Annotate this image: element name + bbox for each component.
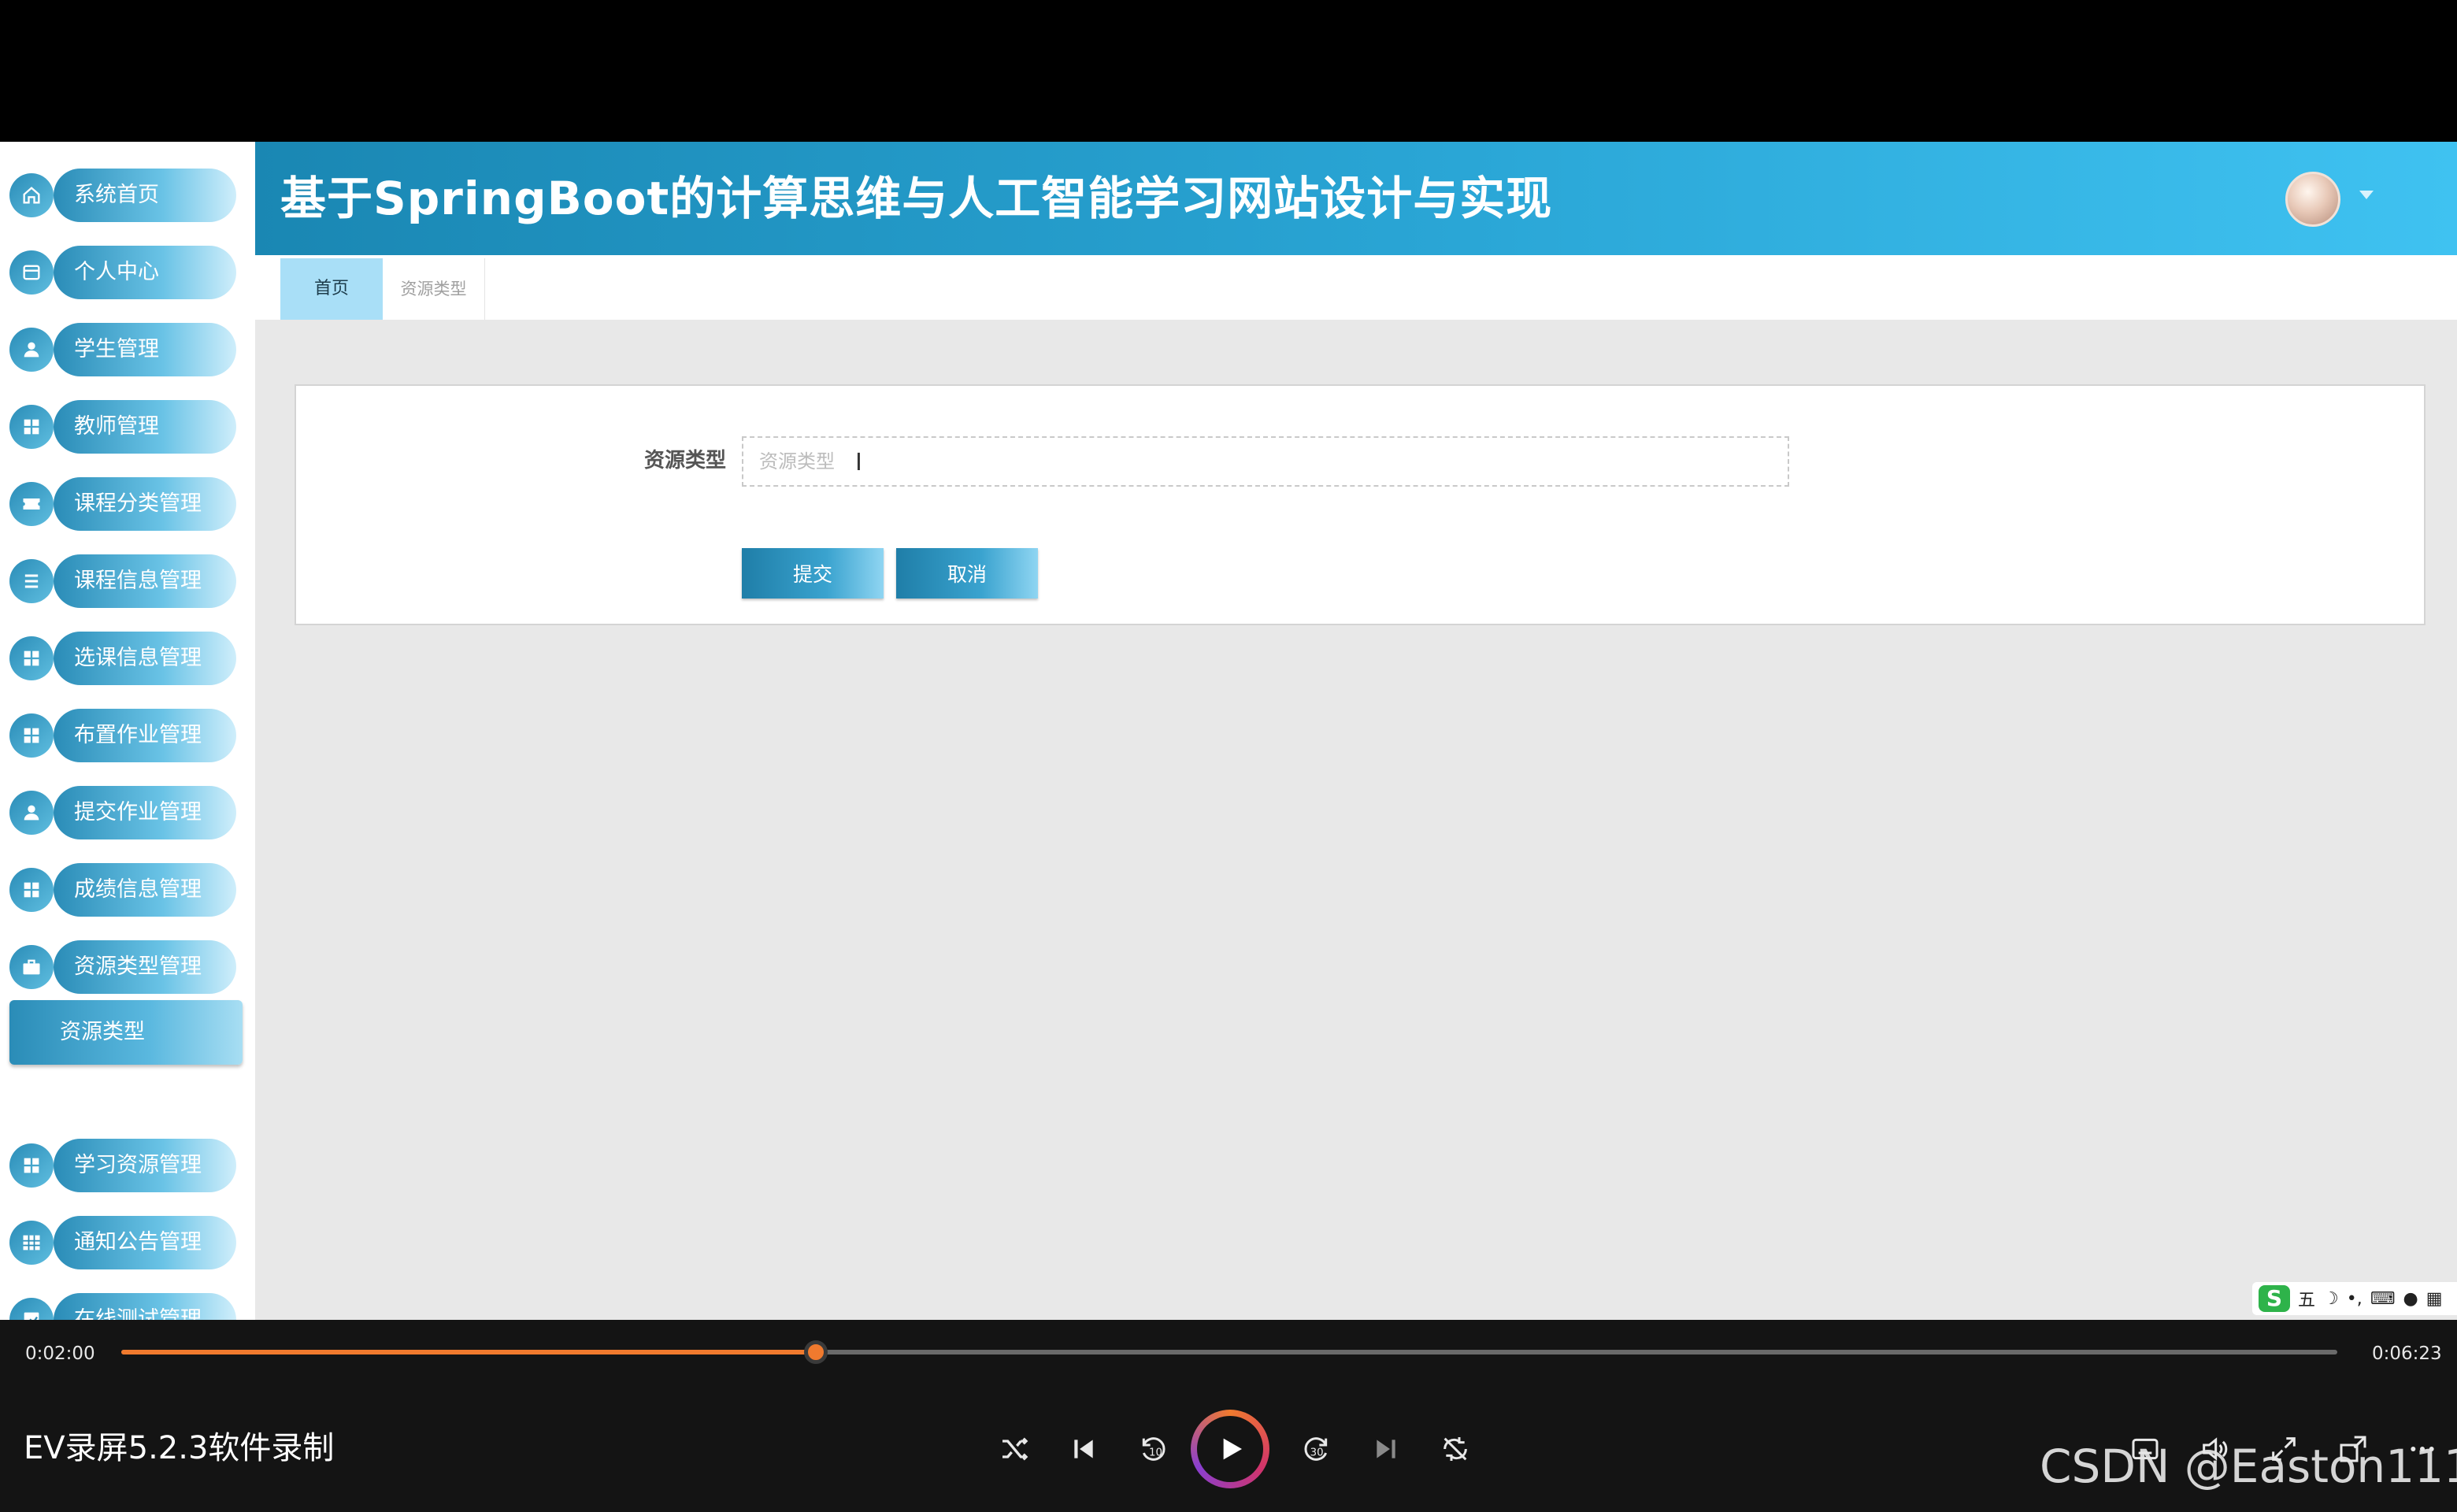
sidebar-item-label: 系统首页 [74,183,159,207]
svg-text:30: 30 [1310,1447,1324,1458]
sidebar-item-label: 资源类型管理 [74,954,202,979]
sidebar-item-label-pill: 学生管理 [54,323,236,376]
total-time: 0:06:23 [2372,1343,2442,1364]
sidebar-item[interactable]: 布置作业管理 [9,709,236,762]
sidebar-item[interactable]: 成绩信息管理 [9,863,236,917]
table-icon [9,1221,54,1265]
user-icon [9,791,54,835]
sidebar-item[interactable]: 课程分类管理 [9,477,236,531]
watermark: CSDN @Easton111 [2040,1440,2457,1493]
sidebar-item-label: 通知公告管理 [74,1230,202,1254]
repeat-off-icon[interactable] [1438,1432,1473,1466]
sidebar-item-label: 学生管理 [74,337,159,361]
forward-30-icon[interactable]: 30 [1299,1432,1334,1466]
sidebar-item-label-pill: 布置作业管理 [54,709,236,762]
cancel-button[interactable]: 取消 [896,548,1038,598]
ime-mode[interactable]: 五 [2298,1286,2315,1311]
progress-bar[interactable] [121,1340,2337,1364]
sidebar-item-label-pill: 教师管理 [54,400,236,454]
grid-icon [9,868,54,912]
sidebar-item-label-pill: 在线测试管理 [54,1293,236,1320]
sidebar-item[interactable]: 提交作业管理 [9,786,236,839]
play-icon [1197,1416,1263,1482]
resource-type-label: 资源类型 [644,449,727,472]
sogou-logo-icon[interactable]: S [2259,1285,2290,1312]
moon-icon[interactable]: ☽ [2323,1289,2339,1309]
app-window: 系统首页个人中心学生管理教师管理课程分类管理 课程信息管理 选课信息管理 布置作业管理… [0,142,2457,1320]
previous-icon[interactable] [1066,1432,1101,1466]
home-icon [9,173,54,217]
sidebar-item-label-pill: 个人中心 [54,246,236,299]
sidebar-item-label: 课程分类管理 [74,491,202,516]
submit-button[interactable]: 提交 [742,548,884,598]
sidebar-item-label: 在线测试管理 [74,1307,202,1320]
ime-toolbar[interactable]: S 五 ☽ •, ⌨ ● ▦ [2252,1282,2457,1315]
user-icon [9,328,54,372]
sidebar-item-label: 课程信息管理 [74,569,202,593]
grid-icon [9,713,54,758]
ticket-icon [9,482,54,526]
rewind-10-icon[interactable]: 10 [1136,1432,1170,1466]
tab-bar: 首页 资源类型 [255,255,2457,320]
app-header: 基于SpringBoot的计算思维与人工智能学习网站设计与实现 [255,142,2457,255]
apps-icon[interactable]: ▦ [2426,1289,2443,1309]
sidebar-item-label: 成绩信息管理 [74,877,202,902]
sidebar-item[interactable]: 个人中心 [9,246,236,299]
progress-handle[interactable] [803,1340,828,1364]
sidebar-item[interactable]: 学生管理 [9,323,236,376]
sidebar-item-label: 布置作业管理 [74,723,202,747]
sidebar-item-label-pill: 提交作业管理 [54,786,236,839]
sidebar-item-label: 学习资源管理 [74,1153,202,1177]
page-title: 基于SpringBoot的计算思维与人工智能学习网站设计与实现 [280,172,1553,225]
text-cursor-icon: I [855,449,862,476]
sidebar-item[interactable]: 学习资源管理 [9,1139,236,1192]
grid-icon [9,1143,54,1188]
shuffle-icon[interactable] [997,1432,1032,1466]
sidebar-item[interactable]: 在线测试管理 [9,1293,236,1320]
sidebar-item-label-pill: 资源类型管理 [54,940,236,994]
tab-resource-type[interactable]: 资源类型 [383,258,485,320]
sidebar-item[interactable]: 课程信息管理 [9,554,236,608]
next-icon[interactable] [1369,1432,1403,1466]
sidebar-item-label-pill: 课程分类管理 [54,477,236,531]
chart-icon [9,1298,54,1320]
screen: 系统首页个人中心学生管理教师管理课程分类管理 课程信息管理 选课信息管理 布置作业管理… [0,0,2457,1512]
sidebar-item-label-pill: 课程信息管理 [54,554,236,608]
sidebar-item-label: 个人中心 [74,260,159,284]
keyboard-icon[interactable]: ⌨ [2370,1289,2396,1309]
punctuation-icon[interactable]: •, [2347,1289,2362,1309]
sidebar-item-label-pill: 系统首页 [54,169,236,222]
recording-title: EV录屏5.2.3软件录制 [24,1430,335,1466]
sidebar-item[interactable]: 教师管理 [9,400,236,454]
user-icon[interactable]: ● [2403,1289,2418,1309]
sidebar-subitem-resource-type[interactable]: 资源类型 [9,1000,243,1065]
sidebar-item-label-pill: 成绩信息管理 [54,863,236,917]
profile-card-icon [9,250,54,295]
avatar[interactable] [2285,172,2340,227]
video-player-controls: 0:02:00 0:06:23 EV录屏5.2.3软件录制 10 30 CSDN… [0,1320,2457,1512]
form-panel: 资源类型 I 提交 取消 [295,384,2426,625]
resource-type-input[interactable] [742,436,1789,487]
play-button[interactable] [1191,1410,1269,1488]
sidebar-item[interactable]: 资源类型管理 [9,940,236,994]
sidebar-item[interactable]: 通知公告管理 [9,1216,236,1269]
grid-icon [9,405,54,449]
sidebar-item[interactable]: 系统首页 [9,169,236,222]
sidebar-item-label: 选课信息管理 [74,646,202,670]
list-icon [9,559,54,603]
sidebar-item-label-pill: 学习资源管理 [54,1139,236,1192]
briefcase-icon [9,945,54,989]
sidebar-item-label-pill: 选课信息管理 [54,632,236,685]
grid-icon [9,636,54,680]
sidebar-item[interactable]: 选课信息管理 [9,632,236,685]
progress-fill [121,1350,816,1354]
chevron-down-icon[interactable] [2359,191,2374,199]
sidebar-item-label: 提交作业管理 [74,800,202,825]
sidebar-item-label: 教师管理 [74,414,159,439]
current-time: 0:02:00 [25,1343,95,1364]
sidebar: 系统首页个人中心学生管理教师管理课程分类管理 课程信息管理 选课信息管理 布置作业管理… [0,142,255,1320]
tab-home[interactable]: 首页 [280,258,383,320]
sidebar-item-label-pill: 通知公告管理 [54,1216,236,1269]
svg-text:10: 10 [1149,1447,1162,1458]
